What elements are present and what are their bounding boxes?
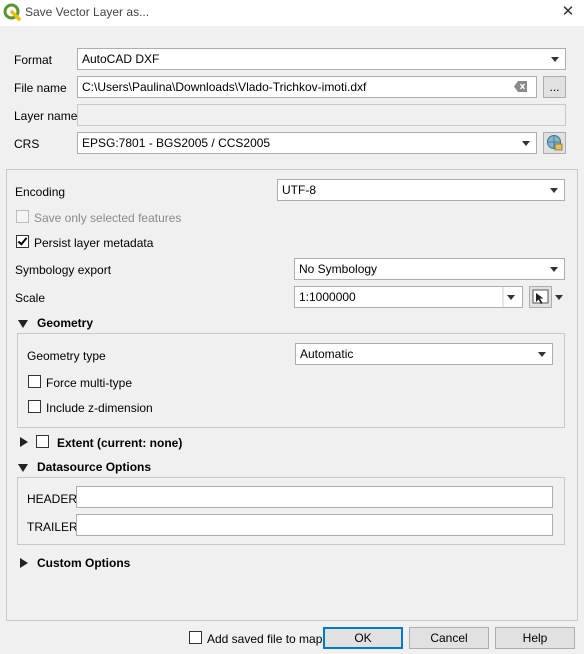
crs-value: EPSG:7801 - BGS2005 / CCS2005	[82, 136, 271, 150]
crs-select[interactable]: EPSG:7801 - BGS2005 / CCS2005	[77, 132, 537, 154]
geometry-type-select[interactable]: Automatic	[295, 343, 553, 365]
add-to-map-checkbox[interactable]	[189, 631, 202, 644]
select-crs-button[interactable]	[543, 132, 566, 154]
collapse-geometry-icon[interactable]	[18, 320, 28, 328]
force-multi-label: Force multi-type	[46, 376, 133, 390]
map-cursor-icon	[532, 289, 549, 304]
expand-custom-icon[interactable]	[20, 558, 28, 568]
chevron-down-icon	[522, 141, 530, 146]
header-input[interactable]	[76, 486, 553, 508]
chevron-down-icon	[555, 295, 563, 300]
filename-label: File name	[14, 81, 67, 95]
filename-value: C:\Users\Paulina\Downloads\Vlado-Trichko…	[82, 80, 367, 94]
chevron-down-icon	[551, 57, 559, 62]
chevron-down-icon	[538, 352, 546, 357]
save-selected-checkbox	[16, 210, 29, 223]
save-selected-label: Save only selected features	[34, 211, 182, 225]
symbology-label: Symbology export	[15, 263, 112, 277]
ok-button[interactable]: OK	[323, 627, 403, 649]
help-button[interactable]: Help	[495, 627, 575, 649]
encoding-value: UTF-8	[282, 183, 316, 197]
header-label: HEADER	[27, 492, 78, 506]
custom-group-title[interactable]: Custom Options	[37, 556, 130, 570]
scale-value: 1:1000000	[299, 290, 356, 304]
clear-icon[interactable]	[514, 81, 528, 92]
format-label: Format	[14, 53, 53, 67]
encoding-select[interactable]: UTF-8	[277, 179, 565, 201]
window-title: Save Vector Layer as...	[25, 5, 150, 19]
persist-metadata-label: Persist layer metadata	[34, 236, 154, 250]
close-icon[interactable]: ✕	[557, 2, 579, 22]
checkmark-icon	[17, 235, 28, 246]
chevron-down-icon	[507, 295, 515, 300]
geometry-group-title[interactable]: Geometry	[37, 316, 93, 330]
chevron-down-icon	[550, 267, 558, 272]
filename-input[interactable]: C:\Users\Paulina\Downloads\Vlado-Trichko…	[77, 76, 537, 98]
add-to-map-label: Add saved file to map	[207, 632, 323, 646]
scale-select[interactable]: 1:1000000	[294, 286, 523, 308]
qgis-logo-icon	[3, 3, 21, 21]
include-z-label: Include z-dimension	[46, 401, 153, 415]
symbology-value: No Symbology	[299, 262, 378, 276]
layername-label: Layer name	[14, 109, 78, 123]
layername-input	[77, 104, 566, 126]
persist-metadata-checkbox[interactable]	[16, 235, 29, 248]
force-multi-checkbox[interactable]	[28, 375, 41, 388]
format-value: AutoCAD DXF	[82, 52, 160, 66]
chevron-down-icon	[550, 188, 558, 193]
symbology-select[interactable]: No Symbology	[294, 258, 565, 280]
scale-divider	[502, 287, 504, 307]
geometry-type-value: Automatic	[300, 347, 354, 361]
geometry-type-label: Geometry type	[27, 349, 106, 363]
title-bar: Save Vector Layer as... ✕	[0, 0, 584, 26]
datasource-group-title[interactable]: Datasource Options	[37, 460, 151, 474]
crs-label: CRS	[14, 137, 40, 151]
extent-checkbox[interactable]	[36, 435, 49, 448]
scale-label: Scale	[15, 291, 46, 305]
scale-menu-button[interactable]	[553, 286, 565, 308]
globe-icon	[547, 135, 563, 151]
scale-from-canvas-button[interactable]	[529, 286, 552, 308]
cancel-button[interactable]: Cancel	[409, 627, 489, 649]
browse-button[interactable]: ...	[543, 76, 566, 98]
trailer-input[interactable]	[76, 514, 553, 536]
expand-extent-icon[interactable]	[20, 437, 28, 447]
extent-group-title[interactable]: Extent (current: none)	[57, 436, 182, 450]
include-z-checkbox[interactable]	[28, 400, 41, 413]
format-select[interactable]: AutoCAD DXF	[77, 48, 566, 70]
trailer-label: TRAILER	[27, 520, 78, 534]
encoding-label: Encoding	[15, 185, 66, 199]
collapse-datasource-icon[interactable]	[18, 464, 28, 472]
